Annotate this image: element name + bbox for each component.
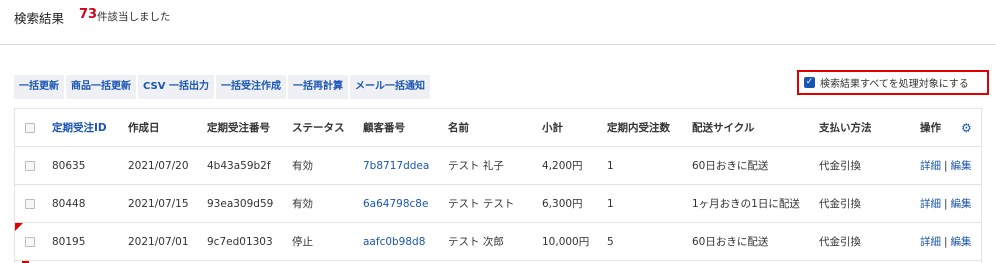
column-header-customer-no: 顧客番号 <box>363 122 405 134</box>
cell-order-count: 1 <box>607 197 614 210</box>
bulk-csv-export-button[interactable]: CSV 一括出力 <box>138 75 214 99</box>
table-row: 80635 2021/07/20 4b43a59b2f 有効 7b8717dde… <box>15 147 981 185</box>
customer-link[interactable]: 7b8717ddea <box>363 147 429 184</box>
cell-date: 2021/07/01 <box>128 235 189 248</box>
ops-separator: | <box>944 235 948 248</box>
row-flag-marker <box>15 223 23 231</box>
detail-link[interactable]: 詳細 <box>920 158 941 173</box>
cell-name: テスト テスト <box>448 198 515 210</box>
column-header-cycle: 配送サイクル <box>692 122 755 134</box>
header-row-checkbox[interactable] <box>25 122 35 133</box>
edit-link[interactable]: 編集 <box>951 158 972 173</box>
select-all-checkbox[interactable]: ✓ <box>804 77 815 88</box>
column-header-status: ステータス <box>292 122 345 134</box>
bulk-update-button[interactable]: 一括更新 <box>14 75 64 99</box>
column-header-subtotal: 小計 <box>542 122 563 134</box>
row-checkbox-cell <box>25 147 35 184</box>
row-checkbox[interactable] <box>25 198 35 209</box>
table-row: 80195 2021/07/01 9c7ed01303 停止 aafc0b98d… <box>15 223 981 261</box>
cell-date: 2021/07/15 <box>128 197 189 210</box>
cell-payment: 代金引換 <box>819 236 861 248</box>
cell-status: 停止 <box>292 236 313 248</box>
column-header-date: 作成日 <box>128 122 160 134</box>
select-all-label: 検索結果すべてを処理対象にする <box>820 79 969 90</box>
edit-link[interactable]: 編集 <box>951 234 972 249</box>
result-count: 73 <box>79 7 98 22</box>
cell-order-no: 93ea309d59 <box>207 197 274 210</box>
cell-ops: 詳細 | 編集 <box>920 147 972 184</box>
cell-status: 有効 <box>292 198 313 210</box>
cell-id: 80635 <box>52 159 86 172</box>
row-checkbox[interactable] <box>25 160 35 171</box>
column-settings-button[interactable]: ⚙ <box>961 109 972 146</box>
check-icon: ✓ <box>805 77 814 87</box>
column-header-ops: 操作 <box>920 122 941 134</box>
cell-payment: 代金引換 <box>819 160 861 172</box>
cell-subtotal: 4,200円 <box>542 160 583 172</box>
results-table: 定期受注ID 作成日 定期受注番号 ステータス 顧客番号 名前 小計 定期内受注… <box>14 108 982 263</box>
column-header-order-no: 定期受注番号 <box>207 122 270 134</box>
cell-cycle: 60日おきに配送 <box>692 160 769 172</box>
detail-link[interactable]: 詳細 <box>920 234 941 249</box>
column-header-id[interactable]: 定期受注ID <box>52 109 107 146</box>
bulk-mail-notify-button[interactable]: メール一括通知 <box>349 75 430 99</box>
table-row: 80448 2021/07/15 93ea309d59 有効 6a64798c8… <box>15 185 981 223</box>
cell-id: 80195 <box>52 235 86 248</box>
cell-cycle: 1ヶ月おきの1日に配送 <box>692 198 800 210</box>
detail-link[interactable]: 詳細 <box>920 196 941 211</box>
cell-order-no: 9c7ed01303 <box>207 235 273 248</box>
column-header-name: 名前 <box>448 122 469 134</box>
bulk-product-update-button[interactable]: 商品一括更新 <box>66 75 136 99</box>
cell-subtotal: 6,300円 <box>542 198 583 210</box>
cell-payment: 代金引換 <box>819 198 861 210</box>
bulk-action-bar: 一括更新 商品一括更新 CSV 一括出力 一括受注作成 一括再計算 メール一括通… <box>14 75 430 99</box>
ops-separator: | <box>944 197 948 210</box>
cell-id: 80448 <box>52 197 86 210</box>
row-checkbox-cell <box>25 185 35 222</box>
row-checkbox-cell <box>25 223 35 260</box>
customer-link[interactable]: aafc0b98d8 <box>363 223 425 260</box>
cell-ops: 詳細 | 編集 <box>920 223 972 260</box>
page-title: 検索結果 <box>14 11 65 26</box>
row-checkbox[interactable] <box>25 236 35 247</box>
ops-separator: | <box>944 159 948 172</box>
header-checkbox-cell <box>25 109 35 146</box>
column-header-order-count: 定期内受注数 <box>607 122 670 134</box>
bulk-order-create-button[interactable]: 一括受注作成 <box>215 75 286 99</box>
bulk-recalculate-button[interactable]: 一括再計算 <box>287 75 348 99</box>
cell-name: テスト 礼子 <box>448 160 504 172</box>
cell-order-count: 5 <box>607 235 614 248</box>
cell-order-no: 4b43a59b2f <box>207 159 271 172</box>
gear-icon[interactable]: ⚙ <box>961 121 972 135</box>
cell-order-count: 1 <box>607 159 614 172</box>
table-header-row: 定期受注ID 作成日 定期受注番号 ステータス 顧客番号 名前 小計 定期内受注… <box>15 109 981 147</box>
column-header-payment: 支払い方法 <box>819 122 872 134</box>
cell-status: 有効 <box>292 160 313 172</box>
result-count-suffix: 件該当しました <box>97 11 171 23</box>
cell-cycle: 60日おきに配送 <box>692 236 769 248</box>
cell-date: 2021/07/20 <box>128 159 189 172</box>
cell-name: テスト 次郎 <box>448 236 504 248</box>
cell-ops: 詳細 | 編集 <box>920 185 972 222</box>
select-all-results[interactable]: ✓ 検索結果すべてを処理対象にする <box>797 70 989 95</box>
edit-link[interactable]: 編集 <box>951 196 972 211</box>
results-header: 検索結果 73 件該当しました <box>0 0 996 45</box>
cell-subtotal: 10,000円 <box>542 236 590 248</box>
customer-link[interactable]: 6a64798c8e <box>363 185 428 222</box>
